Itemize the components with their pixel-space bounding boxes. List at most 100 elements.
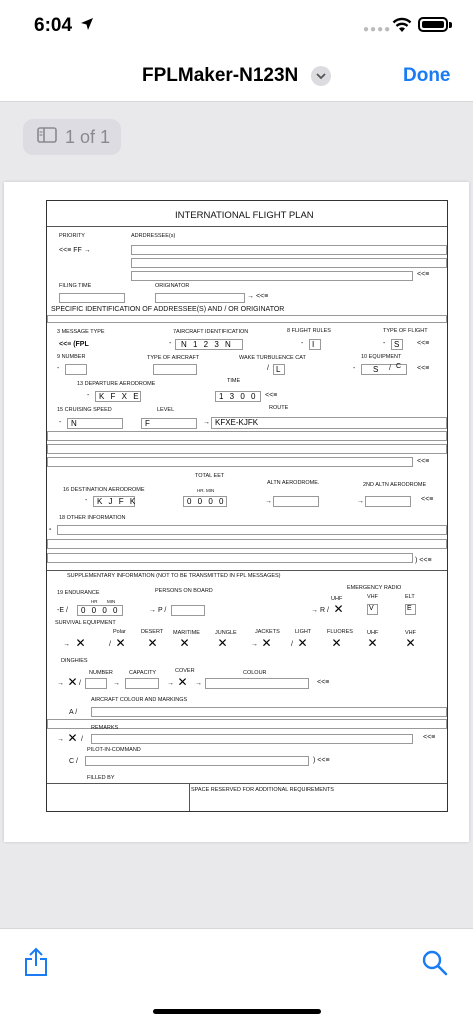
altn2-aerodrome-label: 2ND ALTN AERODROME	[363, 482, 427, 488]
addressee-field-1[interactable]	[131, 245, 447, 255]
wake-turbulence-label: WAKE TURBULENCE CAT	[239, 355, 306, 361]
a-prefix: A /	[69, 709, 78, 716]
fluores-crossed[interactable]: ✕	[331, 637, 342, 649]
addressee-label: ADRDRESSEE(s)	[131, 233, 176, 239]
vhf2-crossed[interactable]: ✕	[405, 637, 416, 649]
time-value: 1 3 0 0	[219, 392, 258, 401]
battery-tip	[449, 22, 452, 28]
jackets-crossed[interactable]: ✕	[261, 637, 272, 649]
supplementary-label: SUPPLEMENTARY INFORMATION (NOT TO BE TRA…	[67, 573, 281, 579]
departure-label: 13 DEPARTURE AERODROME	[77, 381, 156, 387]
hr-label: HR	[91, 599, 98, 604]
flight-plan-form: INTERNATIONAL FLIGHT PLAN PRIORITY ADRDR…	[46, 200, 448, 812]
number-field[interactable]	[65, 364, 87, 375]
jackets-label: JACKETS	[255, 629, 280, 635]
addressee-end-marker: <<≡	[417, 271, 430, 278]
capacity-field[interactable]	[125, 678, 159, 689]
colour-label: COLOUR	[243, 670, 267, 676]
persons-on-board-label: PERSONS ON BOARD	[155, 588, 213, 594]
route-field-3[interactable]	[47, 444, 447, 454]
light-crossed[interactable]: ✕	[297, 637, 308, 649]
divider	[47, 226, 447, 227]
persons-field[interactable]	[171, 605, 205, 616]
vhf-value: V	[369, 605, 376, 612]
originator-field[interactable]	[155, 293, 245, 303]
status-time: 6:04	[34, 15, 73, 36]
home-indicator	[153, 1009, 321, 1014]
persons-prefix: → P /	[149, 607, 167, 614]
filing-time-label: FILING TIME	[59, 283, 92, 289]
other-info-label: 18 OTHER INFORMATION	[59, 515, 126, 521]
polar-label: Polar	[113, 629, 126, 635]
vhf-label: VHF	[367, 594, 378, 600]
elt-label: ELT	[405, 594, 415, 600]
route-field-4[interactable]	[47, 457, 413, 467]
divider	[47, 783, 447, 784]
signal-dots-icon: ●●●●	[363, 24, 392, 35]
filled-by-label: FILLED BY	[87, 775, 115, 781]
equipment-label: 10 EQUIPMENT	[361, 354, 402, 360]
addressee-field-3[interactable]	[131, 271, 413, 281]
endurance-value: 0 0 0 0	[81, 606, 120, 615]
search-icon[interactable]	[421, 949, 449, 982]
aircraft-colour-label: AIRCRAFT COLOUR AND MARKINGS	[91, 697, 188, 703]
colour-field[interactable]	[205, 678, 309, 689]
altn-aerodrome-field[interactable]	[273, 496, 319, 507]
survival-crossed[interactable]: ✕	[75, 637, 86, 649]
destination-value: K J F K	[97, 497, 138, 506]
polar-crossed[interactable]: ✕	[115, 637, 126, 649]
end-marker: <<≡	[421, 496, 434, 503]
altn-aerodrome-label: ALTN AERODROME.	[267, 480, 320, 486]
desert-crossed[interactable]: ✕	[147, 637, 158, 649]
uhf2-crossed[interactable]: ✕	[367, 637, 378, 649]
done-button[interactable]: Done	[403, 65, 451, 87]
dinghies-crossed[interactable]: ✕	[67, 676, 78, 688]
form-title: INTERNATIONAL FLIGHT PLAN	[175, 210, 314, 221]
specific-identification-label: SPECIFIC IDENTIFICATION OF ADDRESSEE(S) …	[51, 306, 285, 313]
page-count: 1 of 1	[65, 126, 111, 147]
total-eet-label: TOTAL EET	[195, 473, 225, 479]
other-info-field-2[interactable]	[47, 539, 447, 549]
elt-value: E	[407, 605, 414, 612]
originator-label: ORIGINATOR	[155, 283, 190, 289]
route-field-2[interactable]	[47, 431, 447, 441]
page-indicator[interactable]: 1 of 1	[23, 119, 121, 155]
remarks-field[interactable]	[91, 734, 413, 744]
addressee-field-2[interactable]	[131, 258, 447, 268]
other-info-field-1[interactable]	[57, 525, 447, 535]
altn2-aerodrome-field[interactable]	[365, 496, 411, 507]
divider-vertical	[189, 783, 190, 811]
speed-value: N	[71, 419, 79, 428]
filing-time-field[interactable]	[59, 293, 125, 303]
aircraft-colour-field[interactable]	[91, 707, 447, 717]
uhf-crossed[interactable]: ✕	[333, 603, 344, 615]
cover-crossed[interactable]: ✕	[177, 676, 188, 688]
type-of-flight-value: S	[394, 340, 402, 349]
document-title[interactable]: FPLMaker-N123N	[142, 65, 298, 87]
pilot-in-command-field[interactable]	[85, 756, 309, 766]
light-label: LIGHT	[295, 629, 312, 635]
c-prefix: C /	[69, 758, 78, 765]
capacity-label: CAPACITY	[129, 670, 157, 676]
end-marker: <<≡	[317, 679, 330, 686]
route-value: KFXE-KJFK	[215, 418, 259, 427]
aircraft-id-label: 7AIRCRAFT IDENTIFICATION	[173, 329, 249, 335]
emergency-radio-label: EMERGENCY RADIO	[347, 585, 402, 591]
number-label: 9 NUMBER	[57, 354, 86, 360]
end-marker: <<≡	[423, 734, 436, 741]
number2-label: NUMBER	[89, 670, 113, 676]
end-marker: <<≡	[417, 340, 430, 347]
jungle-crossed[interactable]: ✕	[217, 637, 228, 649]
dinghy-number-field[interactable]	[85, 678, 107, 689]
remarks-crossed[interactable]: ✕	[67, 732, 78, 744]
endurance-label: 19 ENDURANCE	[57, 590, 100, 596]
specific-identification-field[interactable]	[47, 315, 447, 323]
location-arrow-icon	[80, 17, 94, 36]
type-of-aircraft-field[interactable]	[153, 364, 197, 375]
priority-label: PRIORITY	[59, 233, 85, 239]
other-info-field-3[interactable]	[47, 553, 413, 563]
maritime-crossed[interactable]: ✕	[179, 637, 190, 649]
wifi-icon	[392, 17, 412, 38]
chevron-down-icon[interactable]	[311, 66, 331, 86]
share-icon[interactable]	[24, 947, 48, 982]
